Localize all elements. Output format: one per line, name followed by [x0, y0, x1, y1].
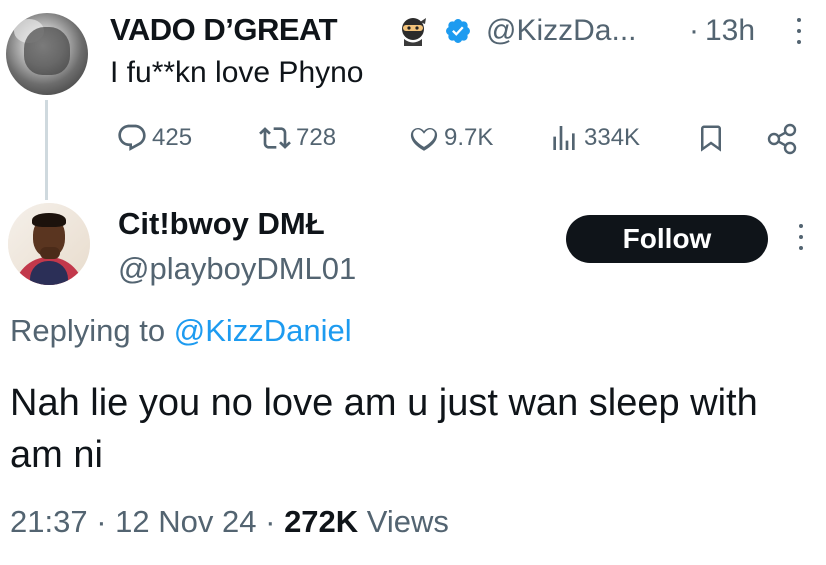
reply-more-icon[interactable] — [796, 224, 806, 258]
share-button[interactable] — [765, 121, 799, 157]
like-icon — [410, 127, 438, 151]
reply-tweet-text: Nah lie you no love am u just wan sleep … — [10, 382, 758, 476]
like-button[interactable]: 9.7K — [408, 120, 493, 156]
separator-dot: · — [689, 14, 699, 47]
retweet-icon — [259, 127, 291, 149]
meta-separator: · — [265, 504, 276, 539]
reply-button[interactable]: 425 — [116, 120, 192, 156]
reply-handle[interactable]: @playboyDML01 — [118, 251, 356, 287]
ninja-emoji-icon — [402, 18, 426, 46]
tweet-date[interactable]: 12 Nov 24 — [115, 504, 256, 539]
retweet-count: 728 — [296, 124, 337, 151]
parent-tweet-text: I fu**kn love Phyno — [110, 56, 364, 89]
tweet-meta: 21:37 · 12 Nov 24 · 272K Views — [10, 504, 449, 540]
bookmark-icon — [701, 125, 721, 152]
reply-avatar[interactable] — [8, 203, 90, 285]
parent-timestamp[interactable]: 13h — [705, 14, 755, 48]
views-count: 334K — [584, 124, 641, 151]
views-button[interactable]: 334K — [548, 120, 640, 156]
meta-separator: · — [96, 504, 107, 539]
verified-badge-icon — [446, 19, 470, 43]
retweet-button[interactable]: 728 — [258, 120, 336, 156]
replying-to-line: Replying to @KizzDaniel — [10, 313, 352, 349]
share-icon — [767, 123, 797, 155]
reply-display-name[interactable]: Cit!bwoy DMŁ — [118, 206, 325, 242]
replying-to-prefix: Replying to — [10, 313, 166, 348]
follow-button[interactable]: Follow — [566, 215, 768, 263]
views-label: Views — [366, 504, 449, 539]
reply-count: 425 — [152, 124, 193, 151]
tweet-time[interactable]: 21:37 — [10, 504, 88, 539]
like-count: 9.7K — [444, 124, 494, 151]
parent-handle[interactable]: @KizzDa... — [486, 14, 636, 48]
parent-more-icon[interactable] — [794, 18, 804, 52]
thread-line — [45, 100, 48, 200]
reply-icon — [118, 124, 146, 151]
parent-display-name[interactable]: VADO D’GREAT — [110, 12, 338, 48]
parent-avatar[interactable] — [6, 13, 88, 95]
views-icon — [553, 126, 575, 150]
view-count[interactable]: 272K — [284, 504, 358, 539]
replying-to-mention[interactable]: @KizzDaniel — [174, 313, 352, 348]
bookmark-button[interactable] — [696, 120, 726, 156]
